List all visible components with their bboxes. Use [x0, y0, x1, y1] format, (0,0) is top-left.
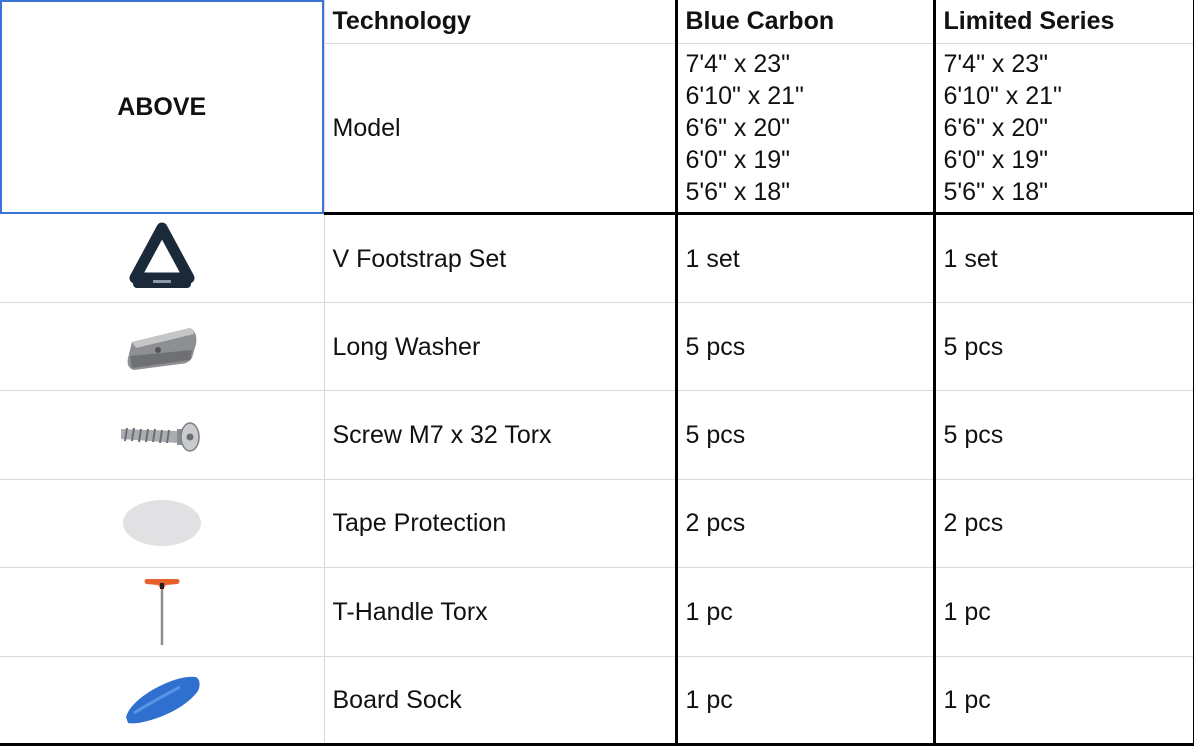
brand-cell[interactable]: ABOVE — [0, 0, 325, 215]
blue-carbon-qty[interactable]: 1 pc — [674, 567, 935, 657]
size-line: 6'6" x 20" — [943, 114, 1049, 143]
limited-series-qty[interactable]: 1 set — [932, 213, 1194, 303]
item-image-cell[interactable] — [0, 479, 325, 569]
item-row: Tape Protection 2 pcs 2 pcs — [0, 479, 1194, 569]
item-image-cell[interactable] — [0, 656, 325, 746]
header-row: ABOVE Technology Blue Carbon Limited Ser… — [0, 0, 1194, 215]
size-line: 6'10" x 21" — [943, 82, 1062, 111]
item-name[interactable]: Long Washer — [324, 302, 677, 392]
blue-carbon-qty[interactable]: 1 set — [674, 213, 935, 303]
blue-carbon-qty[interactable]: 5 pcs — [674, 390, 935, 480]
tape-protection-icon — [122, 500, 201, 547]
limited-series-sizes[interactable]: 7'4" x 23" 6'10" x 21" 6'6" x 20" 6'0" x… — [932, 43, 1194, 216]
item-row: T-Handle Torx 1 pc 1 pc — [0, 567, 1194, 657]
screw-icon — [120, 422, 200, 452]
board-sock-icon — [125, 676, 200, 724]
item-row: Long Washer 5 pcs 5 pcs — [0, 302, 1194, 392]
limited-series-qty[interactable]: 1 pc — [932, 656, 1194, 746]
item-row: Board Sock 1 pc 1 pc — [0, 656, 1194, 746]
footstrap-icon — [129, 222, 195, 289]
long-washer-icon — [127, 327, 197, 370]
item-image-cell[interactable] — [0, 390, 325, 480]
item-name[interactable]: V Footstrap Set — [324, 213, 677, 303]
size-line: 6'0" x 19" — [685, 146, 791, 175]
limited-series-qty[interactable]: 5 pcs — [932, 302, 1194, 392]
t-handle-torx-icon — [144, 578, 180, 645]
brand-label: ABOVE — [117, 92, 207, 121]
item-image-cell[interactable] — [0, 302, 325, 392]
model-label[interactable]: Model — [324, 43, 677, 216]
item-row: V Footstrap Set 1 set 1 set — [0, 213, 1194, 303]
item-name[interactable]: Tape Protection — [324, 479, 677, 569]
size-line: 5'6" x 18" — [685, 178, 791, 207]
limited-series-qty[interactable]: 1 pc — [932, 567, 1194, 657]
item-image-cell[interactable] — [0, 213, 325, 303]
limited-series-header[interactable]: Limited Series — [932, 0, 1194, 44]
size-line: 5'6" x 18" — [943, 178, 1049, 207]
blue-carbon-sizes[interactable]: 7'4" x 23" 6'10" x 21" 6'6" x 20" 6'0" x… — [674, 43, 935, 216]
item-name[interactable]: T-Handle Torx — [324, 567, 677, 657]
limited-series-qty[interactable]: 2 pcs — [932, 479, 1194, 569]
limited-series-qty[interactable]: 5 pcs — [932, 390, 1194, 480]
spec-table: ABOVE Technology Blue Carbon Limited Ser… — [0, 0, 1194, 746]
blue-carbon-qty[interactable]: 1 pc — [674, 656, 935, 746]
item-row: Screw M7 x 32 Torx 5 pcs 5 pcs — [0, 390, 1194, 480]
size-line: 6'10" x 21" — [685, 82, 804, 111]
item-name[interactable]: Board Sock — [324, 656, 677, 746]
size-line: 7'4" x 23" — [943, 50, 1049, 79]
size-line: 6'6" x 20" — [685, 114, 791, 143]
item-name[interactable]: Screw M7 x 32 Torx — [324, 390, 677, 480]
technology-header[interactable]: Technology — [324, 0, 677, 44]
size-line: 6'0" x 19" — [943, 146, 1049, 175]
item-image-cell[interactable] — [0, 567, 325, 657]
blue-carbon-header[interactable]: Blue Carbon — [674, 0, 935, 44]
blue-carbon-qty[interactable]: 5 pcs — [674, 302, 935, 392]
blue-carbon-qty[interactable]: 2 pcs — [674, 479, 935, 569]
size-line: 7'4" x 23" — [685, 50, 791, 79]
